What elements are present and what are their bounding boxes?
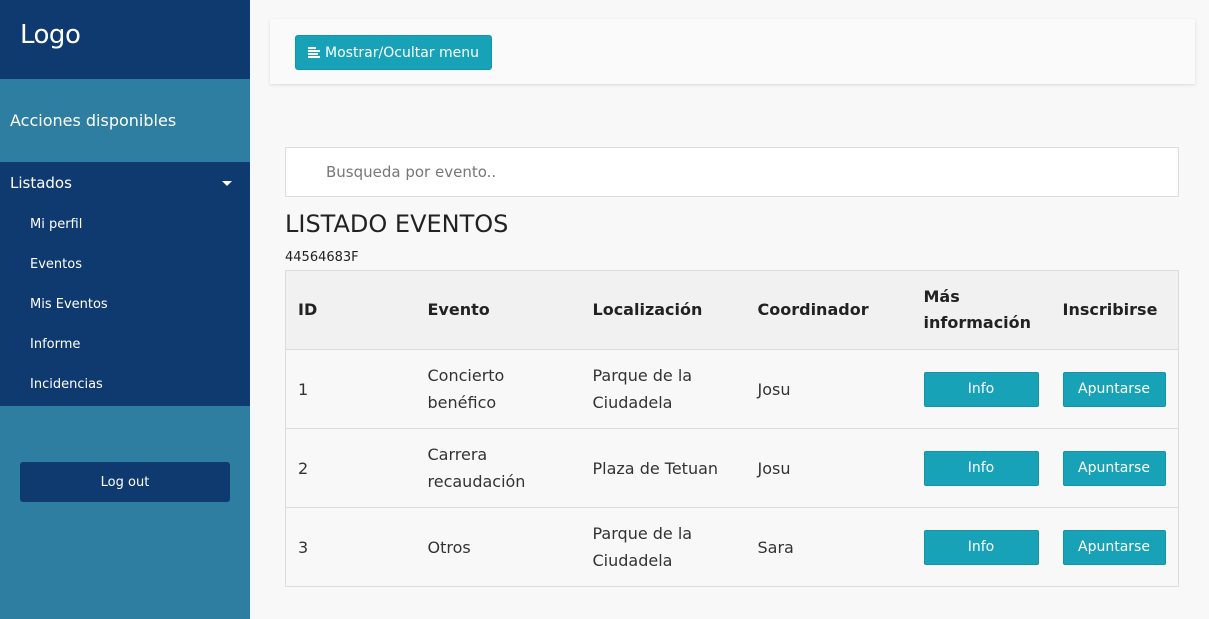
cell-info: Info — [911, 428, 1051, 508]
sidebar-item-eventos[interactable]: Eventos — [0, 244, 250, 284]
caret-down-icon — [222, 180, 232, 186]
cell-coordinador: Sara — [745, 507, 912, 587]
sidebar-item-incidencias[interactable]: Incidencias — [0, 364, 250, 404]
sidebar-item-informe[interactable]: Informe — [0, 324, 250, 364]
cell-coordinador: Josu — [745, 349, 912, 429]
sidebar-menu: Listados Mi perfil Eventos Mis Eventos I… — [0, 162, 250, 406]
cell-evento: Carrera recaudación — [415, 428, 581, 508]
toggle-menu-button[interactable]: Mostrar/Ocultar menu — [295, 35, 492, 70]
sidebar: Logo Acciones disponibles Listados Mi pe… — [0, 0, 250, 619]
actions-title: Acciones disponibles — [10, 111, 177, 130]
logout-wrap: Log out — [0, 406, 250, 502]
apuntarse-button[interactable]: Apuntarse — [1062, 529, 1166, 565]
sidebar-item-mi-perfil[interactable]: Mi perfil — [0, 204, 250, 244]
toggle-menu-label: Mostrar/Ocultar menu — [325, 44, 479, 61]
cell-evento: Otros — [415, 507, 581, 587]
cell-join: Apuntarse — [1050, 428, 1179, 508]
logo-bar: Logo — [0, 0, 250, 79]
cell-localizacion: Parque de la Ciudadela — [580, 349, 746, 429]
events-table: ID Evento Localización Coordinador Más i… — [285, 270, 1179, 587]
cell-coordinador: Josu — [745, 428, 912, 508]
logo[interactable]: Logo — [20, 20, 230, 50]
cell-join: Apuntarse — [1050, 507, 1179, 587]
cell-id: 2 — [285, 428, 416, 508]
info-button[interactable]: Info — [923, 529, 1039, 565]
table-row: 2 Carrera recaudación Plaza de Tetuan Jo… — [285, 428, 1179, 508]
search-input[interactable] — [285, 147, 1179, 197]
cell-evento: Concierto benéfico — [415, 349, 581, 429]
cell-join: Apuntarse — [1050, 349, 1179, 429]
user-code: 44564683F — [285, 250, 359, 265]
topbar: Mostrar/Ocultar menu — [270, 19, 1195, 84]
info-button[interactable]: Info — [923, 371, 1039, 407]
table-header-row: ID Evento Localización Coordinador Más i… — [285, 270, 1179, 350]
menu-title: Listados — [10, 174, 72, 192]
apuntarse-button[interactable]: Apuntarse — [1062, 450, 1166, 486]
header-mas-informacion: Más información — [911, 270, 1051, 350]
cell-info: Info — [911, 507, 1051, 587]
apuntarse-button[interactable]: Apuntarse — [1062, 371, 1166, 407]
header-localizacion: Localización — [580, 270, 746, 350]
header-inscribirse: Inscribirse — [1050, 270, 1179, 350]
header-id: ID — [285, 270, 416, 350]
sidebar-item-mis-eventos[interactable]: Mis Eventos — [0, 284, 250, 324]
cell-info: Info — [911, 349, 1051, 429]
info-button[interactable]: Info — [923, 450, 1039, 486]
page-title: LISTADO EVENTOS — [285, 210, 509, 238]
menu-toggle-listados[interactable]: Listados — [0, 162, 250, 204]
header-coordinador: Coordinador — [745, 270, 912, 350]
cell-id: 1 — [285, 349, 416, 429]
logout-button[interactable]: Log out — [20, 462, 230, 502]
cell-id: 3 — [285, 507, 416, 587]
align-left-icon — [308, 46, 320, 59]
table-row: 3 Otros Parque de la Ciudadela Sara Info… — [285, 507, 1179, 587]
header-evento: Evento — [415, 270, 581, 350]
cell-localizacion: Plaza de Tetuan — [580, 428, 746, 508]
table-row: 1 Concierto benéfico Parque de la Ciudad… — [285, 349, 1179, 429]
cell-localizacion: Parque de la Ciudadela — [580, 507, 746, 587]
